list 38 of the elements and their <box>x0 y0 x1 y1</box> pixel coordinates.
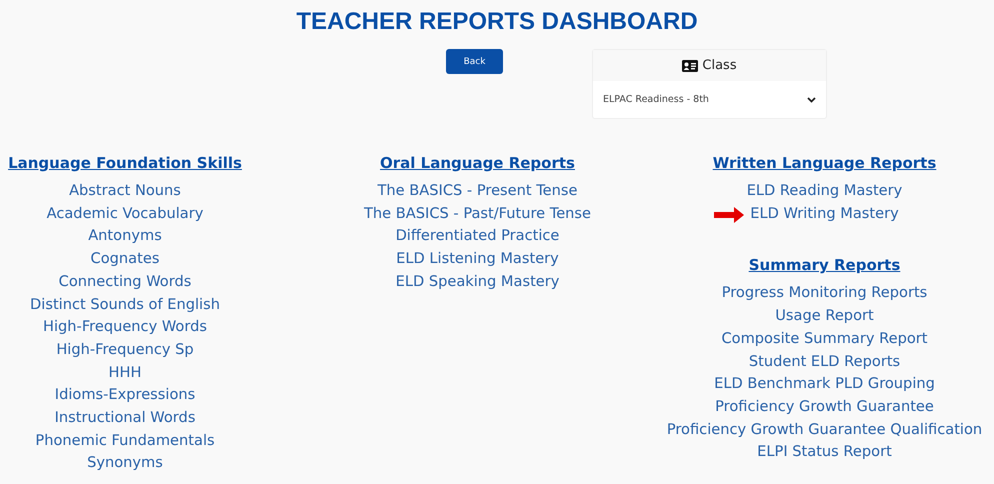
report-link[interactable]: Progress Monitoring Reports <box>722 282 928 306</box>
report-link[interactable]: High-Frequency Words <box>43 316 207 339</box>
report-link[interactable]: The BASICS - Past/Future Tense <box>364 202 592 226</box>
id-card-icon <box>682 60 698 72</box>
section-heading: Written Language Reports <box>712 153 936 174</box>
section-heading: Oral Language Reports <box>380 153 575 174</box>
report-link[interactable]: ELPI Status Report <box>757 441 892 464</box>
report-link[interactable]: ELD Speaking Mastery <box>396 270 560 294</box>
report-link[interactable]: Composite Summary Report <box>721 328 928 351</box>
report-link[interactable]: Distinct Sounds of English <box>30 294 220 316</box>
report-link[interactable]: ELD Writing Mastery <box>750 202 899 226</box>
report-link[interactable]: Differentiated Practice <box>396 225 560 248</box>
report-link[interactable]: Synonyms <box>87 452 163 476</box>
report-link[interactable]: Abstract Nouns <box>69 180 181 203</box>
report-link[interactable]: Academic Vocabulary <box>46 202 204 226</box>
chevron-down-icon <box>807 96 816 102</box>
section-heading: Summary Reports <box>748 255 900 276</box>
report-link[interactable]: High-Frequency Sp <box>56 338 194 362</box>
report-link[interactable]: Idioms-Expressions <box>54 384 196 408</box>
report-link[interactable]: ELD Reading Mastery <box>746 180 902 203</box>
report-link[interactable]: Student ELD Reports <box>748 350 900 374</box>
report-link[interactable]: Usage Report <box>775 305 874 328</box>
report-link[interactable]: ELD Benchmark PLD Grouping <box>714 373 935 396</box>
back-button[interactable]: Back <box>446 49 503 74</box>
class-select[interactable]: ELPAC Readiness - 8th <box>593 81 826 118</box>
report-link[interactable]: Proficiency Growth Guarantee Qualification <box>666 418 982 442</box>
report-link[interactable]: Cognates <box>90 248 160 271</box>
report-link[interactable]: Phonemic Fundamentals <box>35 430 215 452</box>
section-heading: Language Foundation Skills <box>8 153 242 174</box>
report-link[interactable]: HHH <box>108 362 142 384</box>
report-link[interactable]: Connecting Words <box>58 270 192 294</box>
report-link[interactable]: Antonyms <box>88 225 162 248</box>
report-link[interactable]: Proficiency Growth Guarantee <box>715 396 934 419</box>
class-label: Class <box>702 58 737 73</box>
report-link[interactable]: The BASICS - Present Tense <box>378 180 578 203</box>
report-link[interactable]: Instructional Words <box>54 407 196 430</box>
report-link[interactable]: ELD Listening Mastery <box>396 248 559 271</box>
page-title: TEACHER REPORTS DASHBOARD <box>295 7 699 36</box>
